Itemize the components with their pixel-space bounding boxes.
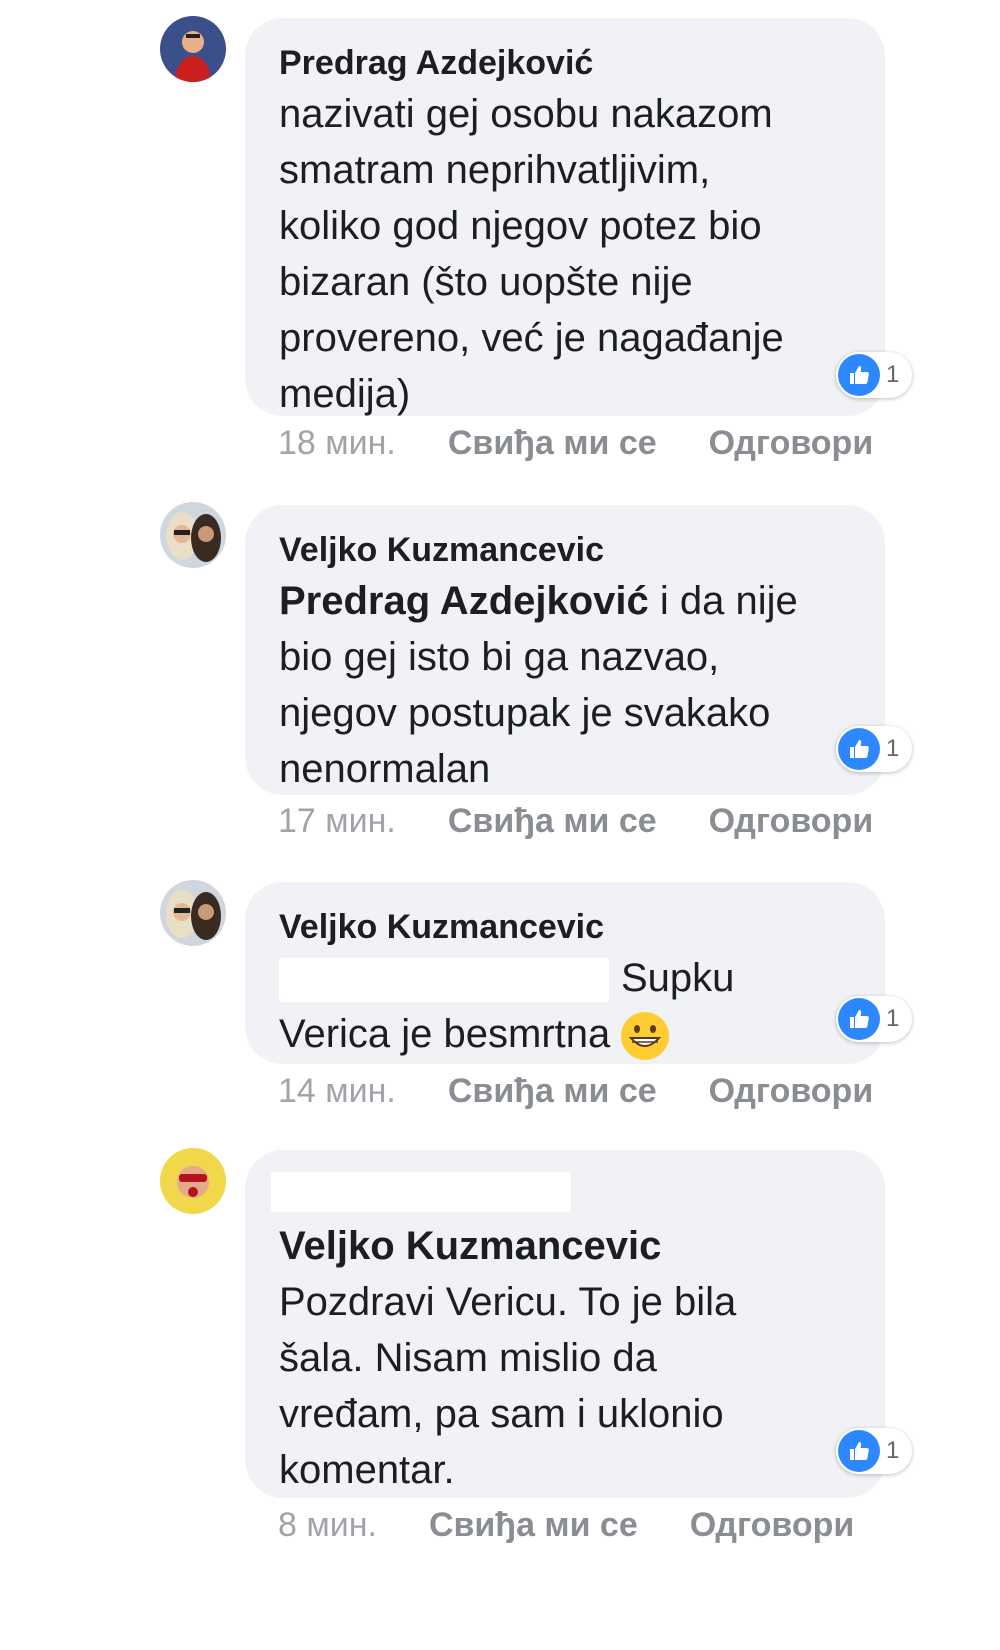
comment-text: Supku Verica je besmrtna <box>279 950 851 1062</box>
mention-link[interactable]: Veljko Kuzmancevic <box>279 1218 851 1274</box>
avatar[interactable] <box>160 880 226 946</box>
comment-author[interactable]: Veljko Kuzmancevic <box>279 904 851 950</box>
like-button[interactable]: Свиђа ми се <box>429 1506 638 1545</box>
reaction-badge[interactable]: 1 <box>836 996 912 1042</box>
comment-timestamp[interactable]: 8 мин. <box>278 1506 377 1545</box>
comment-text: nazivati gej osobu nakazom smatram nepri… <box>279 92 784 416</box>
reply-button[interactable]: Одговори <box>709 424 874 463</box>
reaction-badge[interactable]: 1 <box>836 1428 912 1474</box>
thumbs-up-icon <box>838 354 880 396</box>
like-button[interactable]: Свиђа ми се <box>448 1072 657 1111</box>
comment-timestamp[interactable]: 18 мин. <box>278 424 396 463</box>
comment-actions: 17 мин. Свиђа ми се Одговори <box>278 802 873 841</box>
thumbs-up-icon <box>838 998 880 1040</box>
like-button[interactable]: Свиђа ми се <box>448 424 657 463</box>
reaction-count: 1 <box>886 735 900 762</box>
redacted-mention <box>279 958 609 1003</box>
reply-button[interactable]: Одговори <box>709 1072 874 1111</box>
comment-bubble: Veljko Kuzmancevic Pozdravi Vericu. To j… <box>245 1150 885 1498</box>
reaction-badge[interactable]: 1 <box>836 352 912 398</box>
reaction-count: 1 <box>886 361 900 388</box>
grinning-face-emoji-icon <box>621 1012 670 1061</box>
reply-button[interactable]: Одговори <box>709 802 874 841</box>
reaction-count: 1 <box>886 1005 900 1032</box>
comment-bubble: Veljko Kuzmancevic Predrag Azdejković i … <box>245 505 885 795</box>
reaction-count: 1 <box>886 1437 900 1464</box>
redacted-author <box>271 1172 851 1218</box>
comment-text: Predrag Azdejković i da nije bio gej ist… <box>279 579 798 791</box>
comment-author[interactable]: Veljko Kuzmancevic <box>279 527 851 573</box>
comment-actions: 18 мин. Свиђа ми се Одговори <box>278 424 873 463</box>
comment-author[interactable]: Predrag Azdejković <box>279 40 851 86</box>
comment-actions: 14 мин. Свиђа ми се Одговори <box>278 1072 873 1111</box>
comment-bubble: Veljko Kuzmancevic Supku Verica je besmr… <box>245 882 885 1064</box>
comment-actions: 8 мин. Свиђа ми се Одговори <box>278 1506 854 1545</box>
comment-text: Veljko Kuzmancevic Pozdravi Vericu. To j… <box>279 1218 851 1498</box>
mention-link[interactable]: Predrag Azdejković <box>279 579 649 623</box>
thumbs-up-icon <box>838 728 880 770</box>
reaction-badge[interactable]: 1 <box>836 726 912 772</box>
reply-button[interactable]: Одговори <box>690 1506 855 1545</box>
avatar[interactable] <box>160 16 226 82</box>
avatar[interactable] <box>160 1148 226 1214</box>
like-button[interactable]: Свиђа ми се <box>448 802 657 841</box>
comment-timestamp[interactable]: 14 мин. <box>278 1072 396 1111</box>
avatar[interactable] <box>160 502 226 568</box>
comment-timestamp[interactable]: 17 мин. <box>278 802 396 841</box>
comment-bubble: Predrag Azdejković nazivati gej osobu na… <box>245 18 885 416</box>
thumbs-up-icon <box>838 1430 880 1472</box>
